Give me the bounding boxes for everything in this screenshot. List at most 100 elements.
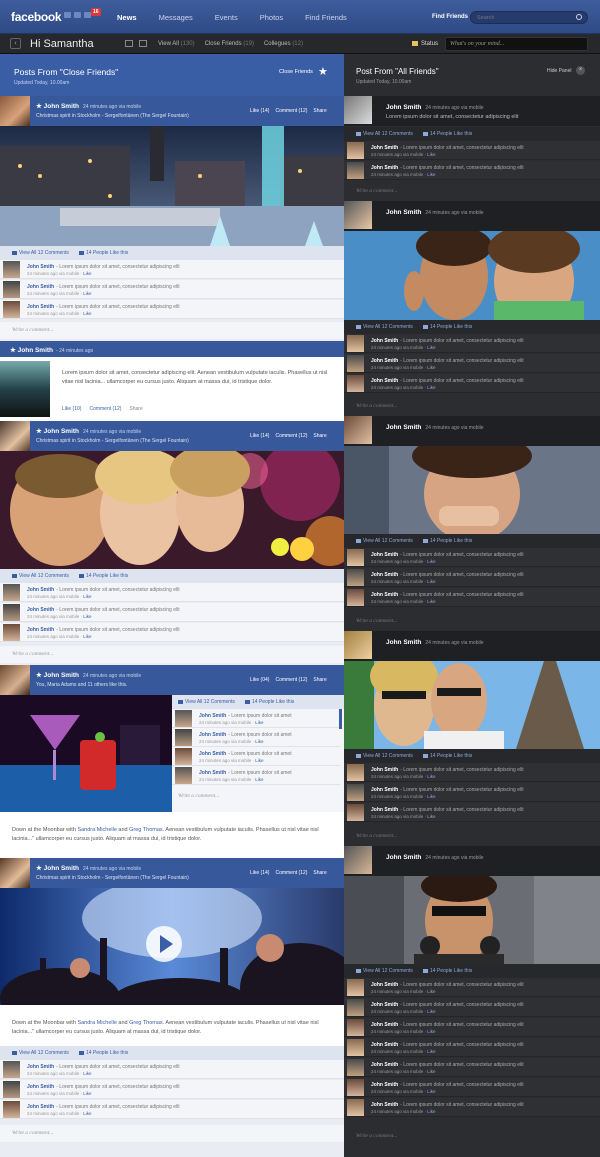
close-friends-filter[interactable]: Close Friends [279, 69, 313, 75]
comment-like-link[interactable]: Like [427, 1109, 435, 1114]
post-video-concert[interactable] [0, 888, 344, 1005]
avatar[interactable] [3, 261, 20, 278]
people-like-link[interactable]: 14 People Like this [422, 753, 472, 759]
write-comment-input[interactable]: Write a comment... [344, 613, 600, 630]
comment-author[interactable]: John Smith [371, 787, 398, 793]
nav-find-friends[interactable]: Find Friends [305, 13, 347, 22]
comment-author[interactable]: John Smith [371, 358, 398, 364]
comment-author[interactable]: John Smith [27, 1084, 54, 1090]
filter-close-friends[interactable]: Close Friends (19) [205, 41, 254, 47]
comment-author[interactable]: John Smith [27, 587, 54, 593]
nav-news[interactable]: News [117, 13, 137, 22]
people-like-link[interactable]: 14 People Like this [422, 131, 472, 137]
globe-icon[interactable] [84, 12, 91, 18]
avatar[interactable] [347, 355, 364, 372]
post-author[interactable]: John Smith 24 minutes ago via mobile [386, 639, 483, 646]
avatar[interactable] [347, 784, 364, 801]
post-author[interactable]: ★ John Smith 24 minutes ago via mobile [36, 671, 141, 679]
comment-like-link[interactable]: Like [83, 291, 91, 296]
comment-author[interactable]: John Smith [371, 1082, 398, 1088]
post-author[interactable]: John Smith 24 minutes ago via mobile [386, 209, 483, 216]
comment-like-link[interactable]: Like [427, 989, 435, 994]
avatar[interactable] [3, 301, 20, 318]
comment-like-link[interactable]: Like [83, 594, 91, 599]
comment-author[interactable]: John Smith [371, 1102, 398, 1108]
like-button[interactable]: Like (04) [250, 677, 269, 683]
avatar[interactable] [347, 162, 364, 179]
comment-like-link[interactable]: Like [83, 1111, 91, 1116]
comment-author[interactable]: John Smith [371, 572, 398, 578]
avatar[interactable] [3, 1101, 20, 1118]
comment-author[interactable]: John Smith [27, 1064, 54, 1070]
messages-icon[interactable] [74, 12, 81, 18]
comment-author[interactable]: John Smith [371, 1042, 398, 1048]
grid-view-icon[interactable] [125, 40, 133, 47]
comments-scrollbar[interactable] [339, 709, 342, 729]
post-photo-party[interactable] [0, 451, 344, 569]
comment-author[interactable]: John Smith [199, 713, 226, 719]
avatar[interactable] [347, 142, 364, 159]
post-photo-laughing[interactable] [344, 446, 600, 534]
avatar[interactable] [344, 416, 372, 444]
comment-author[interactable]: John Smith [27, 607, 54, 613]
comment-like-link[interactable]: Like [255, 720, 263, 725]
write-comment-input[interactable]: Write a comment... [344, 828, 600, 845]
post-author[interactable]: ★ John Smith 24 minutes ago via mobile [36, 864, 141, 872]
comment-author[interactable]: John Smith [27, 1104, 54, 1110]
avatar[interactable] [347, 375, 364, 392]
share-button[interactable]: Share [313, 870, 326, 876]
avatar[interactable] [0, 361, 50, 417]
avatar[interactable] [347, 569, 364, 586]
comment-button[interactable]: Comment (12) [89, 405, 121, 414]
like-button[interactable]: Like (14) [250, 108, 269, 114]
avatar[interactable] [347, 589, 364, 606]
comment-like-link[interactable]: Like [255, 739, 263, 744]
post-author[interactable]: John Smith 24 minutes ago via mobile [386, 424, 483, 431]
avatar[interactable] [347, 979, 364, 996]
view-comments-link[interactable]: View All 12 Comments [356, 968, 413, 974]
filter-view-all[interactable]: View All (130) [158, 41, 195, 47]
post-photo-stockholm[interactable] [0, 126, 344, 246]
nav-messages[interactable]: Messages [159, 13, 193, 22]
view-comments-link[interactable]: View All 12 Comments [356, 753, 413, 759]
facebook-logo[interactable]: facebook [11, 10, 62, 24]
comment-like-link[interactable]: Like [427, 385, 435, 390]
list-view-icon[interactable] [139, 40, 147, 47]
comment-like-link[interactable]: Like [427, 1029, 435, 1034]
nav-events[interactable]: Events [215, 13, 238, 22]
avatar[interactable] [175, 729, 192, 746]
comment-button[interactable]: Comment (12) [275, 433, 307, 439]
comment-like-link[interactable]: Like [427, 559, 435, 564]
avatar[interactable] [175, 710, 192, 727]
avatar[interactable] [3, 604, 20, 621]
comment-like-link[interactable]: Like [427, 579, 435, 584]
comment-like-link[interactable]: Like [427, 1089, 435, 1094]
people-like-link[interactable]: 14 People Like this [244, 699, 294, 705]
comment-like-link[interactable]: Like [83, 634, 91, 639]
tag-sandra-michelle[interactable]: Sandra Michelle [77, 1020, 116, 1026]
comment-like-link[interactable]: Like [427, 1069, 435, 1074]
comment-like-link[interactable]: Like [427, 365, 435, 370]
comment-author[interactable]: John Smith [199, 732, 226, 738]
avatar[interactable] [347, 1099, 364, 1116]
comment-author[interactable]: John Smith [371, 1062, 398, 1068]
comment-author[interactable]: John Smith [199, 770, 226, 776]
avatar[interactable] [347, 1079, 364, 1096]
comment-author[interactable]: John Smith [371, 165, 398, 171]
tag-greg-thomas[interactable]: Greg Thomas [129, 1020, 163, 1026]
avatar[interactable] [175, 767, 192, 784]
comment-like-link[interactable]: Like [83, 311, 91, 316]
comment-author[interactable]: John Smith [371, 552, 398, 558]
star-icon[interactable]: ★ [318, 65, 328, 78]
share-button[interactable]: Share [313, 433, 326, 439]
close-icon[interactable]: × [576, 66, 585, 75]
avatar[interactable] [3, 1061, 20, 1078]
comment-author[interactable]: John Smith [371, 807, 398, 813]
share-button[interactable]: Share [313, 677, 326, 683]
avatar[interactable] [347, 764, 364, 781]
avatar[interactable] [0, 665, 30, 695]
post-photo-sunglasses[interactable] [344, 876, 600, 964]
comment-like-link[interactable]: Like [427, 814, 435, 819]
search-input[interactable] [470, 11, 588, 24]
comment-author[interactable]: John Smith [371, 982, 398, 988]
